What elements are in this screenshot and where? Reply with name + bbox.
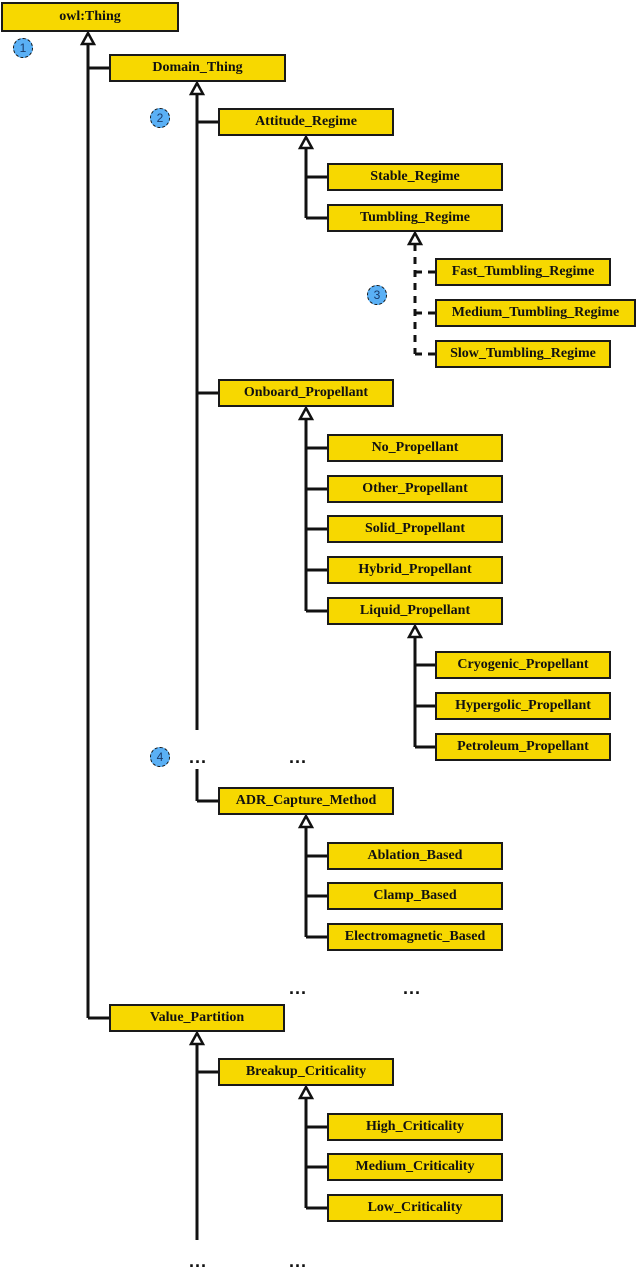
class-node-slow-tumbling-regime: Slow_Tumbling_Regime: [435, 340, 611, 368]
class-node-hybrid-propellant: Hybrid_Propellant: [327, 556, 503, 584]
class-node-ablation-based: Ablation_Based: [327, 842, 503, 870]
ontology-diagram: owl:Thing Domain_Thing Attitude_Regime Stab…: [0, 0, 640, 1271]
inheritance-arrowhead: [188, 80, 206, 96]
inheritance-arrowhead: [188, 1030, 206, 1046]
class-node-tumbling-regime: Tumbling_Regime: [327, 204, 503, 232]
ellipsis-marker: ...: [189, 1251, 208, 1271]
class-node-value-partition: Value_Partition: [109, 1004, 285, 1032]
class-node-medium-criticality: Medium_Criticality: [327, 1153, 503, 1181]
ellipsis-marker: ...: [289, 978, 308, 998]
class-node-high-criticality: High_Criticality: [327, 1113, 503, 1141]
class-node-fast-tumbling-regime: Fast_Tumbling_Regime: [435, 258, 611, 286]
step-badge-4: 4: [150, 747, 170, 767]
class-node-owl-thing: owl:Thing: [1, 2, 179, 32]
ellipsis-marker: ...: [189, 747, 208, 767]
class-node-low-criticality: Low_Criticality: [327, 1194, 503, 1222]
class-node-hypergolic-propellant: Hypergolic_Propellant: [435, 692, 611, 720]
step-badge-2: 2: [150, 108, 170, 128]
class-node-other-propellant: Other_Propellant: [327, 475, 503, 503]
class-node-petroleum-propellant: Petroleum_Propellant: [435, 733, 611, 761]
inheritance-arrowhead: [406, 623, 424, 639]
class-node-clamp-based: Clamp_Based: [327, 882, 503, 910]
class-node-adr-capture-method: ADR_Capture_Method: [218, 787, 394, 815]
ellipsis-marker: ...: [289, 1251, 308, 1271]
inheritance-arrowhead: [406, 230, 424, 246]
step-badge-1: 1: [13, 38, 33, 58]
class-node-attitude-regime: Attitude_Regime: [218, 108, 394, 136]
inheritance-arrowhead: [297, 405, 315, 421]
class-node-medium-tumbling-regime: Medium_Tumbling_Regime: [435, 299, 636, 327]
step-badge-3: 3: [367, 285, 387, 305]
class-node-liquid-propellant: Liquid_Propellant: [327, 597, 503, 625]
class-node-solid-propellant: Solid_Propellant: [327, 515, 503, 543]
class-node-electromagnetic-based: Electromagnetic_Based: [327, 923, 503, 951]
inheritance-arrowhead: [297, 1084, 315, 1100]
class-node-domain-thing: Domain_Thing: [109, 54, 286, 82]
class-node-onboard-propellant: Onboard_Propellant: [218, 379, 394, 407]
class-node-stable-regime: Stable_Regime: [327, 163, 503, 191]
class-node-cryogenic-propellant: Cryogenic_Propellant: [435, 651, 611, 679]
inheritance-arrowhead: [79, 30, 97, 46]
ellipsis-marker: ...: [403, 978, 422, 998]
class-node-breakup-criticality: Breakup_Criticality: [218, 1058, 394, 1086]
ellipsis-marker: ...: [289, 747, 308, 767]
inheritance-arrowhead: [297, 813, 315, 829]
class-node-no-propellant: No_Propellant: [327, 434, 503, 462]
inheritance-arrowhead: [297, 134, 315, 150]
